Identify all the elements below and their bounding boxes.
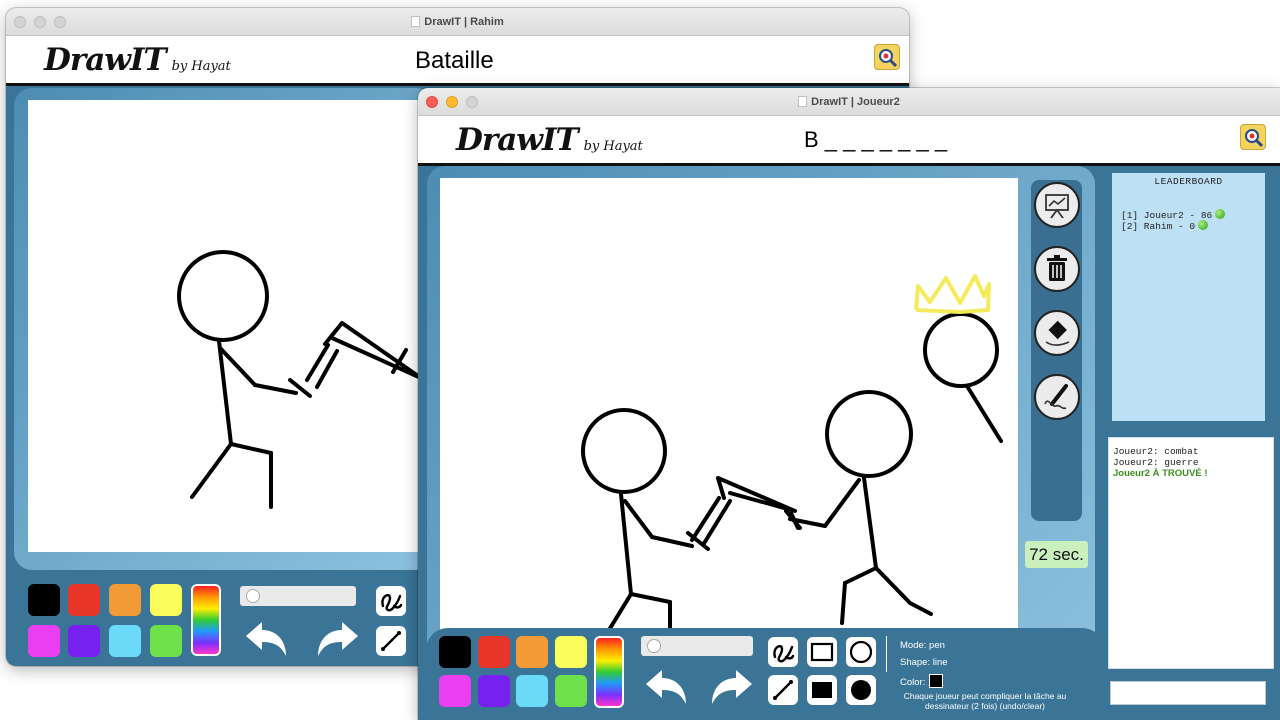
line-icon[interactable]: [768, 675, 798, 705]
trash-icon[interactable]: [1034, 246, 1080, 292]
online-status-icon: [1215, 209, 1226, 219]
mode-label: Mode: pen: [900, 640, 945, 651]
color-swatch-pink[interactable]: [439, 675, 471, 707]
chat-input[interactable]: [1110, 681, 1266, 705]
color-swatch-black[interactable]: [439, 636, 471, 668]
color-picker-rainbow[interactable]: [191, 584, 221, 656]
color-swatch-cyan[interactable]: [516, 675, 548, 707]
color-swatch-purple[interactable]: [478, 675, 510, 707]
window-title: DrawIT | Rahim: [6, 8, 909, 36]
canvas-drawing: [581, 274, 1003, 655]
current-color-box: [929, 674, 944, 688]
search-icon[interactable]: [1240, 124, 1266, 150]
app-logo: DrawIT by Hayat: [456, 122, 643, 158]
color-label: Color:: [900, 677, 926, 688]
drawing-canvas[interactable]: [440, 178, 1018, 695]
filled-circle-icon[interactable]: [846, 675, 876, 705]
slider-knob[interactable]: [246, 589, 260, 603]
filled-rectangle-icon[interactable]: [807, 675, 837, 705]
chat-spacer: [1109, 438, 1273, 446]
chat-message: Joueur2: combat: [1113, 446, 1199, 457]
slider-knob[interactable]: [647, 639, 661, 653]
window-title-text: DrawIT | Rahim: [424, 16, 504, 28]
side-tools-panel: [1031, 180, 1082, 521]
brush-size-slider[interactable]: [240, 586, 356, 606]
color-swatch-yellow[interactable]: [555, 636, 587, 668]
undo-icon[interactable]: [242, 618, 292, 662]
app-header: DrawIT by Hayat Bataille: [6, 36, 909, 86]
online-status-icon: [1198, 220, 1209, 230]
color-swatch-purple[interactable]: [68, 625, 100, 657]
color-swatch-red[interactable]: [68, 584, 100, 616]
word-hint: B _ _ _ _ _ _ _: [804, 127, 948, 152]
color-swatch-orange[interactable]: [109, 584, 141, 616]
window-joueur2[interactable]: DrawIT | Joueur2 DrawIT by Hayat B _ _ _ …: [418, 88, 1280, 720]
app-logo: DrawIT by Hayat: [44, 42, 231, 78]
color-swatch-red[interactable]: [478, 636, 510, 668]
leaderboard-title: LEADERBOARD: [1154, 176, 1223, 187]
logo-by-text: by Hayat: [171, 59, 231, 74]
redo-icon[interactable]: [312, 618, 362, 662]
drawing-canvas[interactable]: [28, 100, 428, 552]
line-icon[interactable]: [376, 626, 406, 656]
circle-icon[interactable]: [846, 637, 876, 667]
hint-text: Chaque joueur peut compliquer la tâche a…: [903, 691, 1067, 711]
logo-text: DrawIT: [44, 42, 167, 78]
color-picker-rainbow[interactable]: [594, 636, 624, 708]
titlebar[interactable]: DrawIT | Rahim: [6, 8, 909, 36]
titlebar[interactable]: DrawIT | Joueur2: [418, 88, 1280, 116]
document-icon: [798, 96, 808, 107]
timer: 72 sec.: [1025, 541, 1088, 568]
freehand-icon[interactable]: [768, 637, 798, 667]
window-title-text: DrawIT | Joueur2: [811, 96, 900, 108]
freehand-icon[interactable]: [376, 586, 406, 616]
document-icon: [411, 16, 421, 27]
chat-found-message: Joueur2 À TROUVÉ !: [1113, 468, 1208, 479]
shape-label: Shape: line: [900, 657, 948, 668]
secret-word: Bataille: [415, 47, 494, 74]
color-swatch-green[interactable]: [150, 625, 182, 657]
tool-panel: [14, 576, 434, 666]
color-swatch-pink[interactable]: [28, 625, 60, 657]
eraser-icon[interactable]: [1034, 310, 1080, 356]
leaderboard-entry-text: [2] Rahim - 0: [1121, 221, 1196, 232]
logo-text: DrawIT: [456, 122, 579, 158]
leaderboard-entry: [2] Rahim - 0: [1121, 220, 1209, 232]
color-swatch-green[interactable]: [555, 675, 587, 707]
redo-icon[interactable]: [706, 666, 756, 710]
logo-by-text: by Hayat: [583, 139, 643, 154]
pen-icon[interactable]: [1034, 374, 1080, 420]
color-swatch-yellow[interactable]: [150, 584, 182, 616]
chat-message: Joueur2: guerre: [1113, 457, 1199, 468]
leaderboard: LEADERBOARD [1] Joueur2 - 86 [2] Rahim -…: [1112, 173, 1265, 421]
color-swatch-orange[interactable]: [516, 636, 548, 668]
canvas-drawing: [177, 250, 423, 509]
toolbar-divider: [886, 636, 887, 672]
whiteboard-icon[interactable]: [1034, 182, 1080, 228]
chat-log[interactable]: Joueur2: combat Joueur2: guerre Joueur2 …: [1108, 437, 1274, 669]
search-icon[interactable]: [874, 44, 900, 70]
color-swatch-black[interactable]: [28, 584, 60, 616]
undo-icon[interactable]: [642, 666, 692, 710]
color-swatch-cyan[interactable]: [109, 625, 141, 657]
window-title: DrawIT | Joueur2: [418, 88, 1280, 116]
brush-size-slider[interactable]: [641, 636, 753, 656]
rectangle-icon[interactable]: [807, 637, 837, 667]
color-indicator: Color:: [900, 674, 944, 688]
app-header: DrawIT by Hayat B _ _ _ _ _ _ _: [418, 116, 1280, 166]
